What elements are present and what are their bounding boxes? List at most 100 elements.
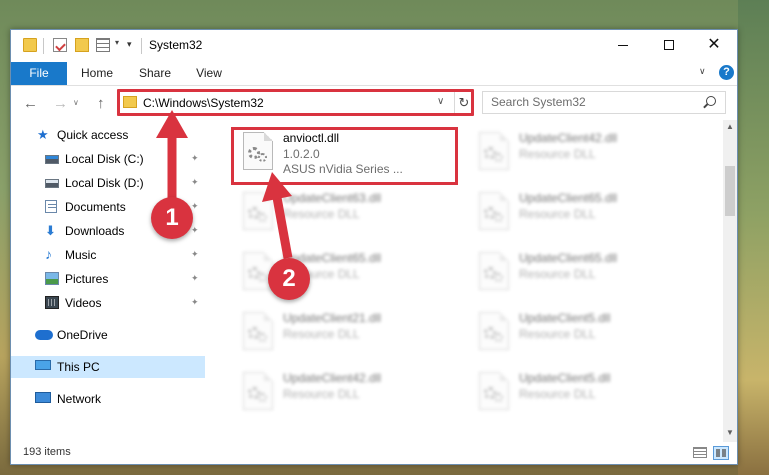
nav-item-label: Documents: [65, 200, 126, 214]
dll-file-icon: [479, 372, 509, 410]
file-type: Resource DLL: [283, 387, 360, 401]
gear-icon: [258, 393, 267, 402]
search-input[interactable]: [491, 95, 691, 109]
tab-view[interactable]: View: [191, 62, 227, 85]
file-tile[interactable]: UpdateClient5.dll Resource DLL: [469, 306, 691, 358]
file-explorer-window: ▾ ▾ System32 ✕ File Home Share View ∨ ? …: [10, 29, 738, 465]
scrollbar-thumb[interactable]: [725, 166, 735, 216]
gear-icon: [494, 393, 503, 402]
file-type: Resource DLL: [519, 327, 596, 341]
nav-item-label: Local Disk (D:): [65, 176, 144, 190]
file-name: UpdateClient5.dll: [519, 371, 611, 385]
step-badge-2: 2: [268, 258, 310, 300]
nav-item-label: Videos: [65, 296, 102, 310]
gear-icon: [494, 273, 503, 282]
drive-icon: [45, 155, 59, 164]
file-tile[interactable]: UpdateClient5.dll Resource DLL: [469, 366, 691, 418]
gear-icon: [494, 213, 503, 222]
file-name: UpdateClient65.dll: [519, 251, 618, 265]
ribbon-tabs: File Home Share View ∨ ?: [11, 62, 737, 86]
videos-icon: [45, 296, 59, 309]
details-view-icon[interactable]: [693, 447, 707, 458]
tab-share[interactable]: Share: [135, 62, 175, 85]
close-button[interactable]: ✕: [691, 30, 737, 60]
nav-item-label: Pictures: [65, 272, 109, 286]
gear-icon: [494, 333, 503, 342]
up-button[interactable]: ↑: [97, 95, 105, 112]
minimize-button[interactable]: [600, 30, 646, 60]
nav-item-label: OneDrive: [57, 328, 108, 342]
forward-button[interactable]: →: [53, 95, 68, 112]
properties-icon[interactable]: [53, 38, 67, 52]
gear-icon: [258, 333, 267, 342]
file-type: Resource DLL: [519, 267, 596, 281]
nav-item-label: Music: [65, 248, 97, 262]
file-type: Resource DLL: [519, 207, 596, 221]
dll-file-icon: [479, 192, 509, 230]
customize-toolbar-icon[interactable]: ▾: [127, 39, 132, 50]
help-icon[interactable]: ?: [719, 65, 734, 80]
close-icon: ✕: [707, 36, 721, 53]
file-tile[interactable]: UpdateClient65.dll Resource DLL: [469, 186, 691, 238]
dll-file-icon: [479, 312, 509, 350]
dll-file-icon: [243, 372, 273, 410]
file-tile[interactable]: UpdateClient42.dll Resource DLL: [233, 366, 455, 418]
nav-item-onedrive[interactable]: OneDrive: [11, 324, 205, 346]
downloads-icon: ⬇: [45, 223, 56, 238]
maximize-icon: [664, 40, 674, 50]
gear-icon: [494, 153, 503, 162]
file-tile[interactable]: UpdateClient21.dll Resource DLL: [233, 306, 455, 358]
tiles-view-icon[interactable]: [713, 446, 729, 460]
file-name: UpdateClient42.dll: [519, 131, 618, 145]
this-pc-icon: [35, 360, 51, 370]
toolbar-separator: [141, 38, 142, 54]
back-button[interactable]: ←: [23, 95, 38, 112]
desktop-background: [738, 0, 769, 475]
file-type: Resource DLL: [283, 327, 360, 341]
tab-file[interactable]: File: [11, 62, 67, 85]
scroll-up-icon[interactable]: ▲: [726, 122, 734, 131]
recent-locations-icon[interactable]: ∨: [73, 98, 79, 107]
drive-icon: [45, 179, 59, 188]
nav-item-network[interactable]: Network: [11, 388, 205, 410]
maximize-button[interactable]: [646, 30, 692, 60]
nav-item-this-pc[interactable]: This PC: [11, 356, 205, 378]
vertical-scrollbar[interactable]: ▲ ▼: [723, 120, 737, 442]
file-name: UpdateClient21.dll: [283, 311, 382, 325]
file-name: UpdateClient42.dll: [283, 371, 382, 385]
search-icon[interactable]: [706, 96, 716, 106]
view-options-dropdown-icon[interactable]: ▾: [115, 38, 119, 47]
folder-icon: [23, 38, 37, 52]
dll-file-icon: [479, 252, 509, 290]
file-type: Resource DLL: [519, 147, 596, 161]
window-title: System32: [149, 38, 203, 52]
file-type: Resource DLL: [519, 387, 596, 401]
nav-item-label: Network: [57, 392, 102, 406]
status-bar: 193 items: [11, 442, 737, 464]
expand-ribbon-icon[interactable]: ∨: [699, 66, 706, 77]
dll-file-icon: [243, 312, 273, 350]
nav-item-label: Downloads: [65, 224, 125, 238]
navigation-bar: ← → ∨ ↑ C:\Windows\System32 ∨ ↻: [11, 87, 737, 120]
tab-home[interactable]: Home: [75, 62, 119, 85]
minimize-icon: [618, 44, 628, 46]
nav-item-label: Quick access: [57, 128, 129, 142]
step-badge-1: 1: [151, 197, 193, 239]
documents-icon: [45, 200, 57, 213]
search-box[interactable]: [482, 91, 726, 114]
nav-item-label: This PC: [57, 360, 100, 374]
file-name: UpdateClient65.dll: [519, 191, 618, 205]
new-folder-icon[interactable]: [75, 38, 89, 52]
onedrive-icon: [35, 330, 53, 340]
file-tile[interactable]: UpdateClient42.dll Resource DLL: [469, 126, 691, 178]
file-tile[interactable]: UpdateClient65.dll Resource DLL: [469, 246, 691, 298]
file-name: UpdateClient5.dll: [519, 311, 611, 325]
nav-item-label: Local Disk (C:): [65, 152, 144, 166]
music-icon: ♪: [45, 246, 52, 262]
title-bar: ▾ ▾ System32 ✕: [11, 30, 737, 62]
toolbar-separator: [43, 38, 44, 54]
scroll-down-icon[interactable]: ▼: [726, 428, 734, 437]
item-count: 193 items: [23, 446, 71, 458]
view-options-icon[interactable]: [96, 38, 110, 52]
network-icon: [35, 392, 51, 403]
